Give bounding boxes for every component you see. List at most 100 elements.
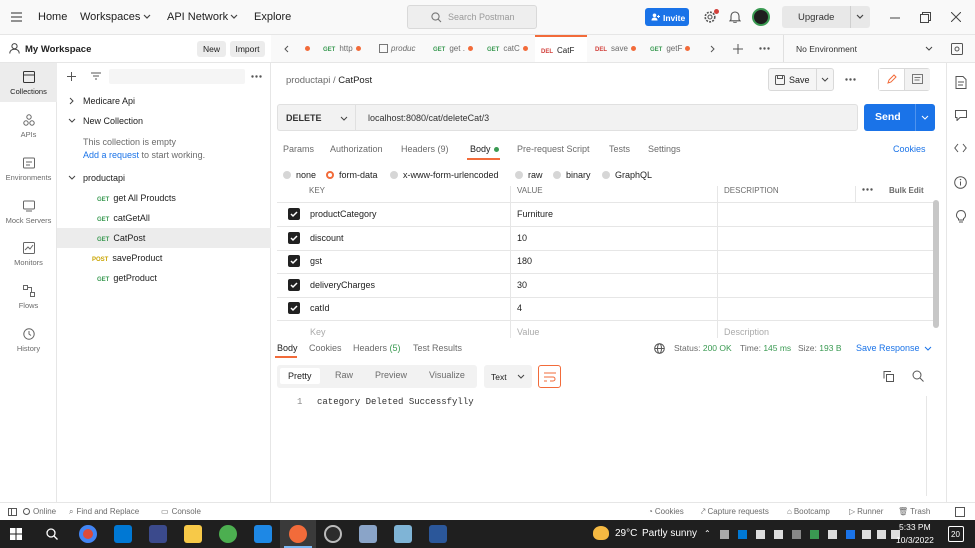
more-options-icon[interactable]: [862, 188, 873, 191]
weather-desc[interactable]: Partly sunny: [642, 528, 697, 539]
table-row[interactable]: discount 10: [277, 227, 934, 251]
view-preview-button[interactable]: Preview: [375, 370, 407, 380]
find-replace-button[interactable]: ⌕ Find and Replace: [69, 507, 139, 517]
list-item[interactable]: Medicare Api: [57, 91, 271, 111]
tab-request[interactable]: GET getF: [650, 35, 700, 62]
key-cell[interactable]: catId: [310, 303, 330, 313]
search-icon[interactable]: [46, 528, 58, 540]
bluetooth-icon[interactable]: [846, 530, 855, 539]
minimize-icon[interactable]: [890, 17, 900, 19]
lightbulb-icon[interactable]: [955, 210, 967, 223]
tab-test-results[interactable]: Test Results: [413, 343, 462, 353]
more-options-icon[interactable]: [759, 47, 770, 50]
tab-prerequest-script[interactable]: Pre-request Script: [517, 144, 590, 154]
save-response-button[interactable]: Save Response: [856, 343, 920, 353]
hamburger-menu-icon[interactable]: [11, 12, 22, 22]
value-cell[interactable]: 180: [517, 256, 532, 266]
more-options-icon[interactable]: [845, 78, 856, 81]
request-item[interactable]: GET get All Proudcts: [57, 188, 271, 208]
row-checkbox[interactable]: [288, 232, 300, 244]
send-button[interactable]: Send: [864, 104, 935, 131]
key-cell[interactable]: gst: [310, 256, 322, 266]
status-value[interactable]: 200 OK: [703, 343, 732, 353]
clock-time[interactable]: 5:33 PM: [899, 522, 931, 532]
import-button[interactable]: Import: [230, 41, 265, 57]
tab-request-active[interactable]: DEL CatF: [535, 35, 587, 62]
table-row[interactable]: deliveryCharges 30: [277, 274, 934, 298]
key-placeholder[interactable]: Key: [310, 327, 326, 337]
row-checkbox[interactable]: [288, 208, 300, 220]
help-icon[interactable]: [955, 507, 965, 517]
value-cell[interactable]: 30: [517, 280, 527, 290]
format-select[interactable]: Text: [484, 365, 532, 388]
console-button[interactable]: ▭ Console: [161, 507, 201, 516]
docs-mode-button[interactable]: [905, 69, 930, 90]
tree-search-input[interactable]: [109, 69, 245, 84]
settings-gear-icon[interactable]: [324, 525, 342, 543]
view-raw-button[interactable]: Raw: [335, 370, 353, 380]
add-request-link[interactable]: Add a request: [83, 150, 139, 160]
table-row-empty[interactable]: Key Value Description: [277, 321, 934, 338]
cookies-button[interactable]: ◔ Cookies: [648, 507, 684, 516]
mysql-workbench-icon[interactable]: [394, 525, 412, 543]
view-visualize-button[interactable]: Visualize: [429, 370, 465, 380]
filter-icon[interactable]: [91, 72, 101, 80]
request-item[interactable]: GET getProduct: [57, 268, 271, 288]
tray-icon[interactable]: [792, 530, 801, 539]
key-cell[interactable]: discount: [310, 233, 344, 243]
notification-center-button[interactable]: 20: [948, 526, 964, 542]
tray-icon[interactable]: [738, 530, 747, 539]
radio-raw[interactable]: raw: [515, 170, 543, 180]
documentation-icon[interactable]: [955, 76, 967, 89]
description-placeholder[interactable]: Description: [724, 327, 769, 337]
search-input[interactable]: Search Postman: [407, 5, 537, 29]
radio-binary[interactable]: binary: [553, 170, 591, 180]
table-row[interactable]: productCategory Furniture: [277, 203, 934, 227]
row-checkbox[interactable]: [288, 255, 300, 267]
info-icon[interactable]: [954, 176, 967, 189]
chevron-down-icon[interactable]: [856, 14, 864, 20]
chevron-up-icon[interactable]: ⌃: [704, 529, 711, 538]
plus-icon[interactable]: [67, 72, 76, 81]
chevron-right-icon[interactable]: [710, 45, 715, 53]
spring-tool-icon[interactable]: [219, 525, 237, 543]
environment-selector[interactable]: No Environment: [796, 44, 857, 54]
search-icon[interactable]: [912, 370, 924, 382]
plus-icon[interactable]: [733, 44, 743, 54]
tab-request[interactable]: GET get .: [433, 35, 483, 62]
tab-request[interactable]: produc: [379, 35, 429, 62]
sidebar-item-monitors[interactable]: Monitors: [0, 242, 57, 267]
nav-workspaces[interactable]: Workspaces: [80, 11, 140, 23]
chrome-icon[interactable]: [79, 525, 97, 543]
windows-start-icon[interactable]: [10, 528, 22, 540]
request-item-selected[interactable]: GET CatPost: [57, 228, 271, 248]
url-input[interactable]: localhost:8080/cat/deleteCat/3: [355, 104, 858, 131]
sidebar-item-mock-servers[interactable]: Mock Servers: [0, 200, 57, 225]
tray-icon[interactable]: [720, 530, 729, 539]
wrap-lines-button[interactable]: [538, 365, 561, 388]
more-options-icon[interactable]: [251, 75, 262, 78]
chevron-down-icon[interactable]: [821, 77, 829, 83]
value-cell[interactable]: Furniture: [517, 209, 553, 219]
tab-request[interactable]: GET http: [323, 35, 373, 62]
avatar[interactable]: [752, 8, 770, 26]
code-icon[interactable]: [954, 143, 967, 153]
upgrade-button[interactable]: Upgrade: [782, 6, 870, 28]
code-editor-icon[interactable]: [149, 525, 167, 543]
bell-icon[interactable]: [729, 10, 741, 23]
key-cell[interactable]: deliveryCharges: [310, 280, 375, 290]
tab-settings[interactable]: Settings: [648, 144, 681, 154]
app-window-icon[interactable]: [359, 525, 377, 543]
workspace-title[interactable]: My Workspace: [25, 44, 91, 55]
tab-headers[interactable]: Headers (9): [401, 144, 449, 154]
battery-icon[interactable]: [862, 530, 871, 539]
chevron-left-icon[interactable]: [284, 45, 289, 53]
tab-request[interactable]: DEL save: [595, 35, 649, 62]
store-icon[interactable]: [114, 525, 132, 543]
radio-graphql[interactable]: GraphQL: [602, 170, 652, 180]
size-value[interactable]: 193 B: [819, 343, 841, 353]
chevron-down-icon[interactable]: [924, 346, 932, 352]
list-item[interactable]: productapi: [57, 168, 271, 188]
method-select[interactable]: DELETE: [277, 104, 355, 131]
nav-explore[interactable]: Explore: [254, 11, 291, 23]
